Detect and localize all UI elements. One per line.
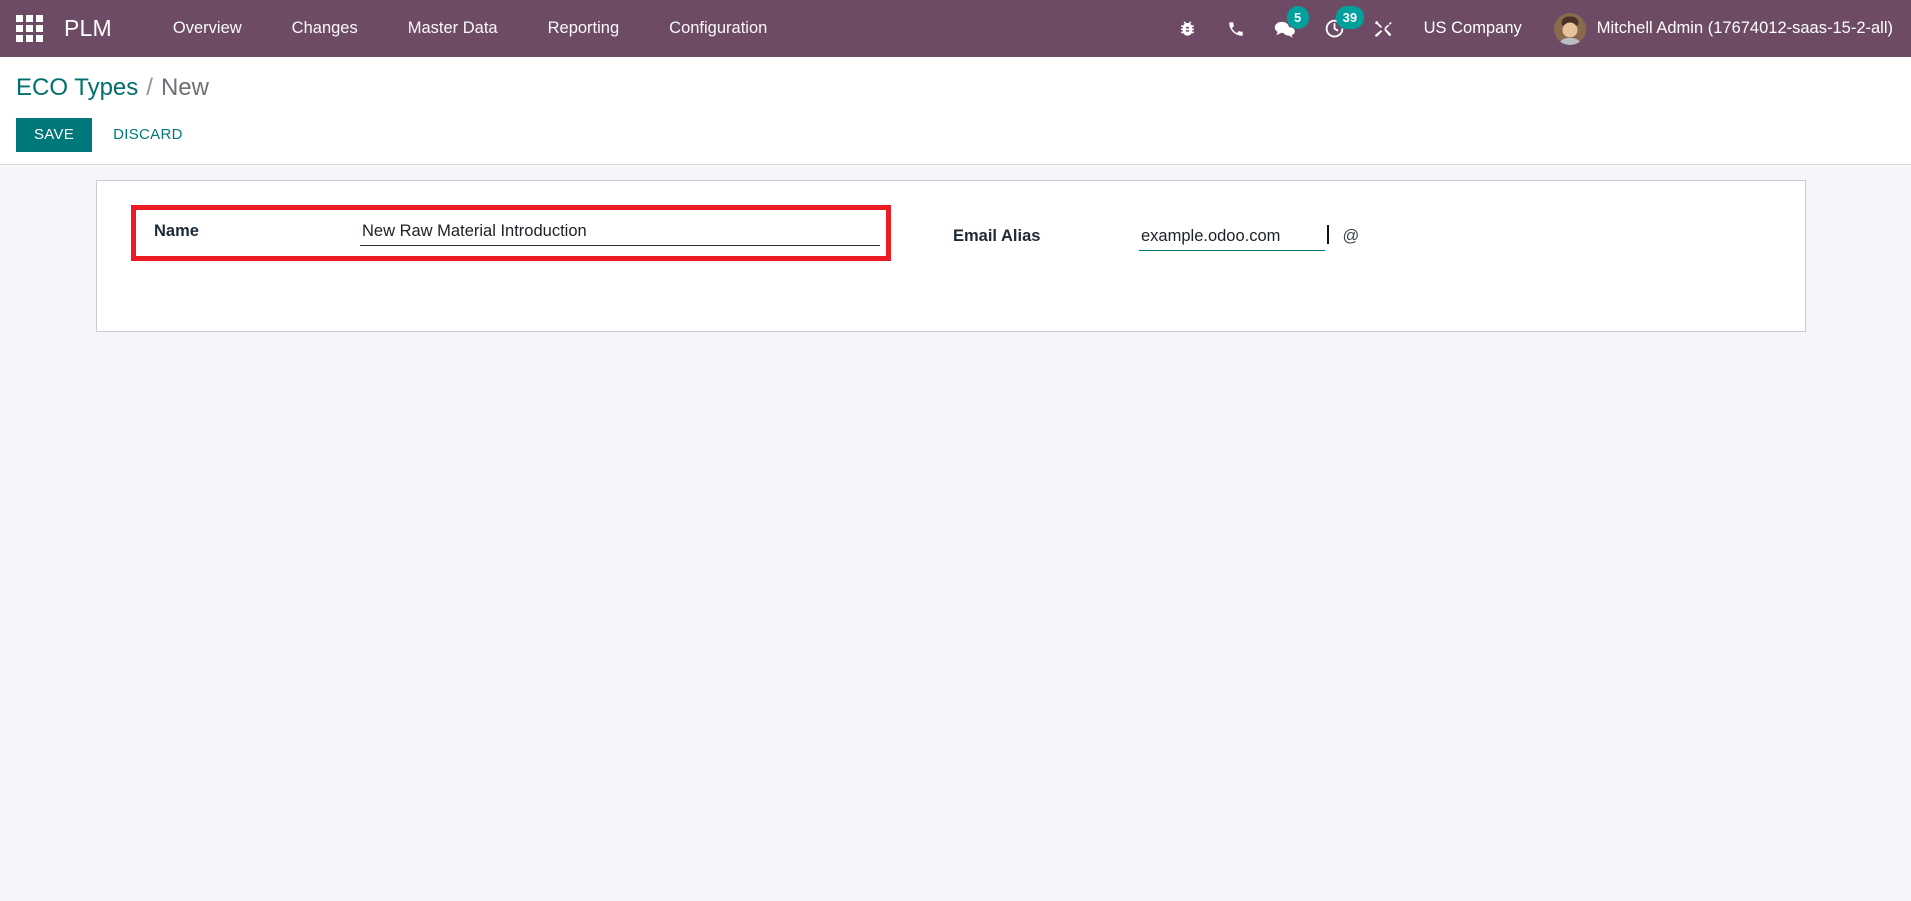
content-area: Name Email Alias @ — [0, 165, 1911, 875]
name-input[interactable] — [360, 222, 880, 246]
menu-item-overview[interactable]: Overview — [148, 0, 267, 57]
discard-button[interactable]: DISCARD — [98, 118, 198, 152]
name-field-label: Name — [154, 222, 199, 240]
avatar — [1553, 12, 1586, 45]
messages-button[interactable]: 5 — [1261, 0, 1310, 57]
form-field-row: Name Email Alias @ — [97, 205, 1805, 261]
phone-icon — [1229, 21, 1243, 36]
email-alias-field-label: Email Alias — [953, 227, 1041, 245]
activities-button[interactable]: 39 — [1310, 0, 1365, 57]
debug-bug-button[interactable] — [1163, 0, 1212, 57]
tools-button[interactable] — [1359, 0, 1408, 57]
messages-badge: 5 — [1286, 6, 1309, 29]
email-alias-at-symbol: @ — [1342, 227, 1360, 245]
app-brand-plm[interactable]: PLM — [64, 15, 112, 42]
menu-item-reporting[interactable]: Reporting — [523, 0, 645, 57]
email-alias-input[interactable] — [1139, 227, 1325, 251]
menu-item-configuration[interactable]: Configuration — [644, 0, 792, 57]
breadcrumb-current-new: New — [160, 74, 209, 101]
bug-icon — [1180, 21, 1194, 36]
text-cursor — [1327, 225, 1329, 244]
name-field-highlight: Name — [131, 205, 891, 261]
voip-phone-button[interactable] — [1212, 0, 1261, 57]
user-name-label: Mitchell Admin (17674012-saas-15-2-all) — [1596, 19, 1893, 37]
email-alias-input-wrap: @ — [1139, 222, 1359, 251]
breadcrumb-eco-types[interactable]: ECO Types — [16, 73, 138, 103]
systray: 5 39 US Company Mitchell Admin (17674012… — [1163, 0, 1893, 57]
save-button[interactable]: SAVE — [16, 118, 93, 152]
menu-item-master-data[interactable]: Master Data — [383, 0, 523, 57]
form-sheet: Name Email Alias @ — [96, 180, 1806, 332]
breadcrumb-separator: / — [146, 74, 153, 101]
top-navbar: PLM Overview Changes Master Data Reporti… — [0, 0, 1911, 57]
user-menu[interactable]: Mitchell Admin (17674012-saas-15-2-all) — [1538, 12, 1893, 45]
control-panel: ECO Types / New SAVE DISCARD — [0, 57, 1911, 165]
breadcrumb: ECO Types / New — [0, 73, 1911, 103]
apps-menu-button[interactable] — [6, 7, 52, 51]
control-panel-buttons: SAVE DISCARD — [0, 103, 1911, 152]
apps-grid-icon — [15, 15, 43, 42]
company-switcher[interactable]: US Company — [1408, 19, 1538, 38]
tools-icon — [1375, 20, 1392, 37]
email-alias-field-group: Email Alias @ — [953, 205, 1359, 251]
main-menu: Overview Changes Master Data Reporting C… — [148, 0, 792, 57]
menu-item-changes[interactable]: Changes — [267, 0, 383, 57]
